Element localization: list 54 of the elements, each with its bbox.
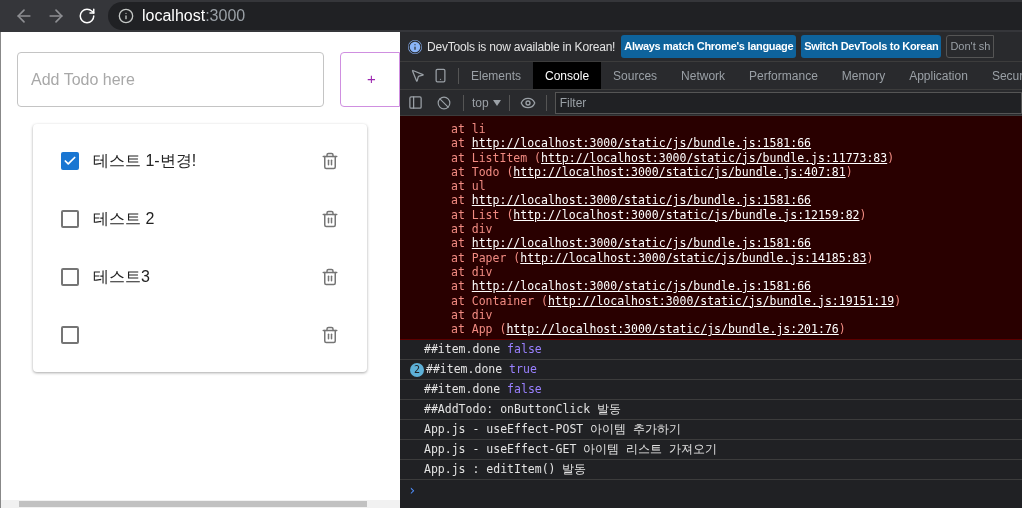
log-message: ##AddTodo: onButtonClick 발동 — [424, 401, 622, 419]
log-message: App.js - useEffect-POST 아이템 추가하기 — [424, 421, 682, 439]
stack-link[interactable]: http://localhost:3000/static/js/bundle.js:1581:66 — [471, 236, 812, 251]
devtools-tab[interactable]: Elements — [459, 62, 534, 89]
log-message: ##item.done true — [426, 361, 537, 379]
stack-line: at div — [451, 264, 493, 280]
todo-text: 테스트3 — [93, 268, 150, 285]
todo-input-field[interactable]: Add Todo here — [17, 52, 324, 107]
stack-link[interactable]: http://localhost:3000/static/js/bundle.js:1581:66 — [471, 279, 812, 294]
context-dropdown[interactable]: top — [472, 93, 501, 112]
devtools-tab[interactable]: Console — [533, 62, 602, 89]
stack-line: at li — [451, 122, 487, 137]
devtools-tab[interactable]: Memory — [829, 62, 898, 89]
infobar-button[interactable]: Switch DevTools to Korean — [801, 35, 942, 58]
stack-line: at http://localhost:3000/static/js/bundle.js:1581:66 — [451, 136, 813, 151]
stack-line: at App (http://localhost:3000/static/js/bundle.js:201:76) — [451, 322, 847, 337]
infobar-button[interactable]: Always match Chrome's language — [621, 35, 797, 58]
console-prompt[interactable]: › — [408, 479, 417, 501]
stack-link[interactable]: http://localhost:3000/static/js/bundle.js:407:81 — [513, 164, 846, 179]
stack-line: at div — [451, 307, 494, 323]
filter-field[interactable]: Filter — [554, 91, 1022, 114]
todo-text: 테스트 2 — [93, 210, 155, 227]
stack-link[interactable]: http://localhost:3000/static/js/bundle.js:14185:83 — [520, 250, 867, 265]
stack-link[interactable]: http://localhost:3000/static/js/bundle.js:12159:82 — [513, 207, 860, 222]
stack-line: at List (http://localhost:3000/static/js/bundle.js:12159:82) — [451, 207, 868, 223]
add-button[interactable]: + — [340, 52, 400, 107]
infobar-message: DevTools is now available in Korean! — [427, 38, 616, 56]
stack-line: at http://localhost:3000/static/js/bundle.js:1581:66 — [451, 236, 813, 251]
stack-line: at ListItem (http://localhost:3000/static/js/bundle.js:11773:83) — [451, 150, 896, 165]
stack-link[interactable]: http://localhost:3000/static/js/bundle.js:19151:19 — [547, 293, 895, 308]
stack-line: at http://localhost:3000/static/js/bundle.js:1581:66 — [451, 279, 813, 294]
devtools-tab[interactable]: Application — [897, 62, 980, 89]
repeat-count-badge: 2 — [410, 362, 424, 377]
address-bar[interactable]: localhost:3000 — [108, 2, 1022, 30]
stack-line: at http://localhost:3000/static/js/bundle.js:1581:66 — [451, 193, 813, 208]
devtools-tab[interactable]: Sources — [601, 62, 670, 89]
stack-line: at ul — [451, 179, 487, 194]
stack-link[interactable]: http://localhost:3000/static/js/bundle.js:1581:66 — [471, 136, 812, 151]
todo-text: 테스트 1-변경! — [93, 152, 197, 169]
stack-line: at div — [451, 222, 494, 237]
stack-link[interactable]: http://localhost:3000/static/js/bundle.js:201:76 — [506, 322, 839, 337]
log-message: App.js : editItem() 발동 — [424, 461, 587, 479]
url-text: localhost:3000 — [142, 6, 246, 26]
infobar-button[interactable]: Don't sh — [946, 35, 995, 58]
stack-link[interactable]: http://localhost:3000/static/js/bundle.js:1581:66 — [471, 193, 812, 208]
devtools-tab[interactable]: Network — [669, 62, 738, 89]
stack-line: at Todo (http://localhost:3000/static/js/bundle.js:407:81) — [451, 164, 853, 180]
log-message: ##item.done false — [424, 341, 542, 359]
devtools-tab[interactable]: Performance — [737, 62, 830, 89]
stack-link[interactable]: http://localhost:3000/static/js/bundle.js:11773:83 — [541, 150, 888, 165]
log-message: App.js - useEffect-GET 아이템 리스트 가져오기 — [424, 441, 718, 459]
stack-line: at Container (http://localhost:3000/static/js/bundle.js:19151:19) — [451, 293, 903, 308]
log-message: ##item.done false — [424, 381, 542, 399]
stack-line: at Paper (http://localhost:3000/static/js/bundle.js:14185:83) — [451, 250, 875, 265]
